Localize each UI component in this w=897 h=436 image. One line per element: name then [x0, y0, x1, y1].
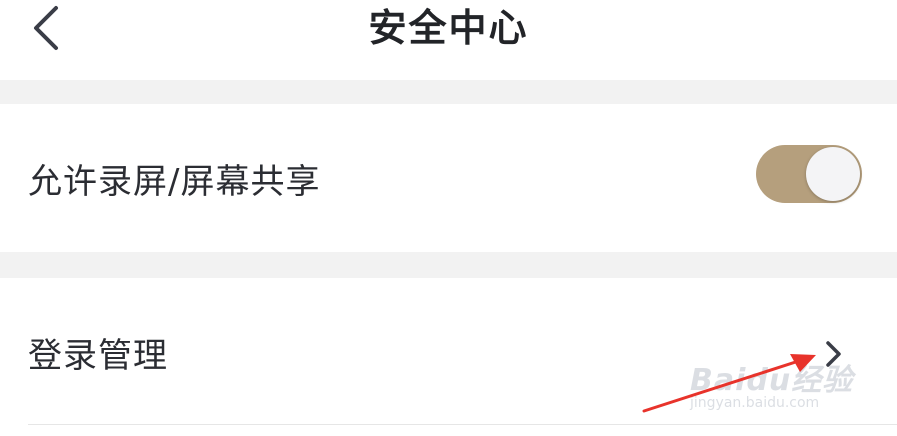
header-bar: 安全中心	[0, 0, 897, 80]
row-divider	[28, 424, 897, 425]
chevron-right-icon[interactable]	[820, 339, 846, 369]
page-title: 安全中心	[368, 6, 529, 50]
security-center-screen: 安全中心 允许录屏/屏幕共享 登录管理 Baidu经验 jingyan.baid…	[0, 0, 897, 436]
section-divider	[0, 80, 897, 104]
login-management-label: 登录管理	[28, 336, 168, 376]
toggle-knob	[806, 147, 860, 201]
screen-sharing-label: 允许录屏/屏幕共享	[28, 162, 321, 202]
login-management-row[interactable]: 登录管理	[0, 278, 897, 424]
section-divider	[0, 252, 897, 278]
screen-sharing-toggle[interactable]	[756, 145, 862, 203]
